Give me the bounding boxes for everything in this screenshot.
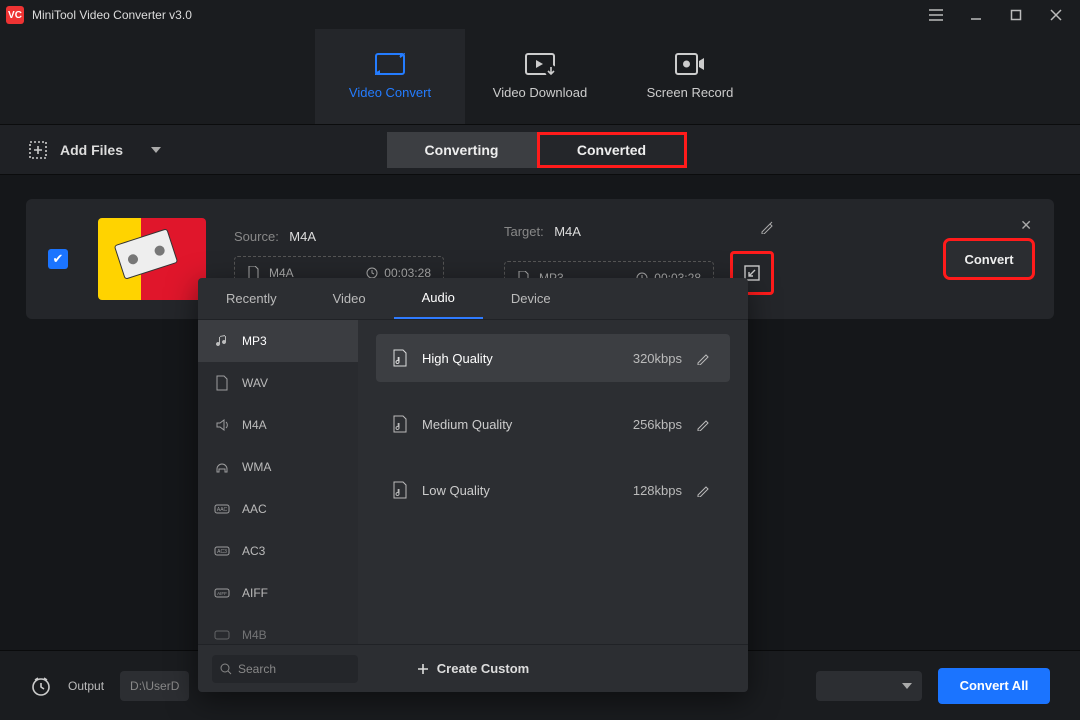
ac3-icon: AC3 <box>214 543 230 559</box>
add-files-button[interactable]: Add Files <box>28 140 161 160</box>
output-format-dropdown[interactable] <box>816 671 922 701</box>
add-files-icon <box>28 140 48 160</box>
picker-tab-video[interactable]: Video <box>305 278 394 319</box>
toolbar: Add Files Converting Converted <box>0 125 1080 175</box>
headphones-icon <box>214 459 230 475</box>
screen-record-icon <box>675 53 705 75</box>
format-label: WMA <box>242 460 271 474</box>
format-label: M4B <box>242 628 267 642</box>
picker-tabs: Recently Video Audio Device <box>198 278 748 320</box>
aac-icon: AAC <box>214 501 230 517</box>
clock-icon[interactable] <box>30 675 52 697</box>
target-format: M4A <box>554 224 581 239</box>
picker-footer: Search Create Custom <box>198 644 748 692</box>
nav-label: Video Download <box>493 85 587 100</box>
output-label: Output <box>68 679 104 693</box>
add-files-label: Add Files <box>60 142 123 158</box>
chevron-down-icon <box>151 147 161 153</box>
search-icon <box>220 663 232 675</box>
nav-video-download[interactable]: Video Download <box>465 29 615 124</box>
svg-text:AC3: AC3 <box>217 549 227 555</box>
file-audio-icon <box>392 481 408 499</box>
search-placeholder: Search <box>238 662 276 676</box>
file-icon <box>214 627 230 643</box>
file-thumbnail <box>98 218 206 300</box>
format-item-wma[interactable]: WMA <box>198 446 358 488</box>
svg-text:AIFF: AIFF <box>217 591 227 596</box>
format-item-ac3[interactable]: AC3 AC3 <box>198 530 358 572</box>
tab-converted[interactable]: Converted <box>537 132 687 168</box>
format-item-aac[interactable]: AAC AAC <box>198 488 358 530</box>
menu-button[interactable] <box>918 2 954 28</box>
quality-row-medium[interactable]: Medium Quality 256kbps <box>376 400 730 448</box>
minimize-button[interactable] <box>958 2 994 28</box>
app-title: MiniTool Video Converter v3.0 <box>32 8 918 22</box>
format-picker: Recently Video Audio Device MP3 WAV M4A … <box>198 278 748 692</box>
nav-label: Video Convert <box>349 85 431 100</box>
search-input[interactable]: Search <box>212 655 358 683</box>
edit-icon[interactable] <box>696 351 714 365</box>
nav-label: Screen Record <box>647 85 734 100</box>
file-audio-icon <box>392 415 408 433</box>
format-item-m4a[interactable]: M4A <box>198 404 358 446</box>
format-label: WAV <box>242 376 268 390</box>
quality-label: High Quality <box>422 351 598 366</box>
picker-tab-audio[interactable]: Audio <box>394 278 483 319</box>
quality-rate: 320kbps <box>612 351 682 366</box>
nav-screen-record[interactable]: Screen Record <box>615 29 765 124</box>
source-format: M4A <box>289 229 316 244</box>
quality-row-high[interactable]: High Quality 320kbps <box>376 334 730 382</box>
chevron-down-icon <box>902 683 912 689</box>
file-icon <box>214 375 230 391</box>
tab-converting[interactable]: Converting <box>387 132 537 168</box>
quality-rate: 128kbps <box>612 483 682 498</box>
remove-file-button[interactable]: ✕ <box>1020 217 1032 234</box>
maximize-button[interactable] <box>998 2 1034 28</box>
target-label: Target: <box>504 224 544 239</box>
format-label: MP3 <box>242 334 267 348</box>
quality-label: Medium Quality <box>422 417 598 432</box>
format-list[interactable]: MP3 WAV M4A WMA AAC AAC AC3 AC3 AIFF AIFF M… <box>198 320 358 644</box>
aiff-icon: AIFF <box>214 585 230 601</box>
format-label: M4A <box>242 418 267 432</box>
format-item-m4b[interactable]: M4B <box>198 614 358 644</box>
nav-video-convert[interactable]: Video Convert <box>315 29 465 124</box>
format-item-aiff[interactable]: AIFF AIFF <box>198 572 358 614</box>
source-label: Source: <box>234 229 279 244</box>
picker-tab-device[interactable]: Device <box>483 278 579 319</box>
quality-list: High Quality 320kbps Medium Quality 256k… <box>358 320 748 644</box>
format-item-mp3[interactable]: MP3 <box>198 320 358 362</box>
quality-row-low[interactable]: Low Quality 128kbps <box>376 466 730 514</box>
convert-all-button[interactable]: Convert All <box>938 668 1050 704</box>
format-label: AAC <box>242 502 267 516</box>
convert-button[interactable]: Convert <box>946 241 1032 277</box>
create-custom-button[interactable]: Create Custom <box>417 661 529 676</box>
create-custom-label: Create Custom <box>437 661 529 676</box>
file-audio-icon <box>392 349 408 367</box>
video-convert-icon <box>375 53 405 75</box>
picker-tab-recently[interactable]: Recently <box>198 278 305 319</box>
svg-text:AAC: AAC <box>217 507 228 513</box>
format-label: AC3 <box>242 544 265 558</box>
output-path[interactable]: D:\UserD <box>120 671 189 701</box>
edit-icon[interactable] <box>696 417 714 431</box>
close-button[interactable] <box>1038 2 1074 28</box>
speaker-icon <box>214 417 230 433</box>
quality-rate: 256kbps <box>612 417 682 432</box>
edit-icon[interactable] <box>696 483 714 497</box>
file-checkbox[interactable]: ✔ <box>48 249 68 269</box>
titlebar: VC MiniTool Video Converter v3.0 <box>0 0 1080 30</box>
plus-icon <box>417 663 429 675</box>
format-label: AIFF <box>242 586 268 600</box>
video-download-icon <box>525 53 555 75</box>
quality-label: Low Quality <box>422 483 598 498</box>
main-nav: Video Convert Video Download Screen Reco… <box>0 30 1080 125</box>
app-logo: VC <box>6 6 24 24</box>
edit-target-icon[interactable] <box>760 220 774 234</box>
music-icon <box>214 333 230 349</box>
format-item-wav[interactable]: WAV <box>198 362 358 404</box>
